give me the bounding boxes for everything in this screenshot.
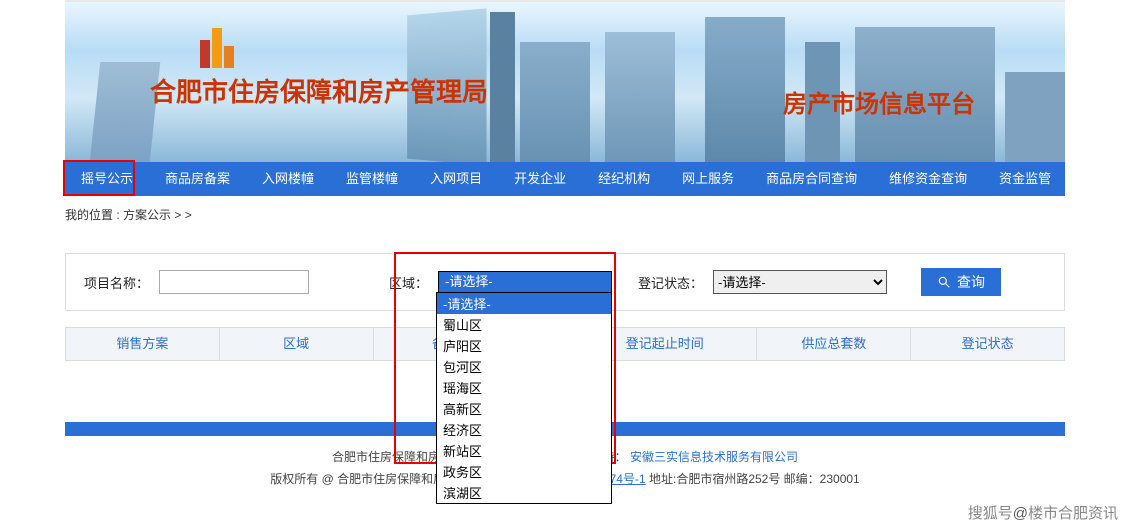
region-option[interactable]: -请选择- [437,293,611,314]
region-option[interactable]: 高新区 [437,398,611,419]
nav-item-contract-q[interactable]: 商品房合同查询 [750,162,873,196]
nav-item-lottery[interactable]: 摇号公示 [65,162,149,196]
status-select[interactable]: -请选择- [713,270,887,294]
region-option[interactable]: 滨湖区 [437,482,611,503]
region-option[interactable]: 新站区 [437,440,611,461]
th-region: 区域 [220,327,374,361]
watermark: 搜狐号@楼市合肥资讯 [968,502,1118,523]
region-select[interactable]: -请选择- [438,271,612,293]
site-banner: 合肥市住房保障和房产管理局 房产市场信息平台 [65,2,1065,162]
region-option[interactable]: 包河区 [437,356,611,377]
region-option[interactable]: 庐阳区 [437,335,611,356]
search-button[interactable]: 查询 [921,268,1001,296]
breadcrumb-page: 方案公示 [123,208,171,222]
site-logo-icon [200,22,236,68]
site-title: 合肥市住房保障和房产管理局 [150,72,488,109]
nav-item-online[interactable]: 网上服务 [666,162,750,196]
breadcrumb-label: 我的位置 [65,208,113,222]
nav-item-supervise[interactable]: 监管楼幢 [330,162,414,196]
nav-item-developer[interactable]: 开发企业 [498,162,582,196]
project-name-label: 项目名称： [84,273,149,292]
region-dropdown-list: -请选择- 蜀山区 庐阳区 包河区 瑶海区 高新区 经济区 新站区 政务区 滨湖… [436,292,612,504]
status-label: 登记状态： [638,273,703,292]
breadcrumb: 我的位置 : 方案公示 > > [65,196,1065,229]
th-plan: 销售方案 [66,327,220,361]
nav-item-building-in[interactable]: 入网楼幢 [246,162,330,196]
nav-item-fund-superv[interactable]: 资金监管 [983,162,1067,196]
nav-item-project-in[interactable]: 入网项目 [414,162,498,196]
region-option[interactable]: 瑶海区 [437,377,611,398]
nav-item-broker[interactable]: 经纪机构 [582,162,666,196]
search-icon [937,275,951,289]
th-supply: 供应总套数 [757,327,911,361]
search-panel: 项目名称： 区域： -请选择- 登记状态： -请选择- 查询 -请选择- 蜀山区… [65,253,1065,311]
site-subtitle: 房产市场信息平台 [783,84,975,119]
region-label: 区域： [389,273,428,292]
nav-item-commodity[interactable]: 商品房备案 [149,162,246,196]
region-option[interactable]: 经济区 [437,419,611,440]
tech-support-link[interactable]: 安徽三实信息技术服务有限公司 [630,450,798,464]
region-option[interactable]: 蜀山区 [437,314,611,335]
region-option[interactable]: 政务区 [437,461,611,482]
nav-item-repair-fund[interactable]: 维修资金查询 [873,162,983,196]
main-nav: 摇号公示 商品房备案 入网楼幢 监管楼幢 入网项目 开发企业 经纪机构 网上服务… [65,162,1065,196]
project-name-input[interactable] [159,270,309,294]
th-status: 登记状态 [911,327,1064,361]
